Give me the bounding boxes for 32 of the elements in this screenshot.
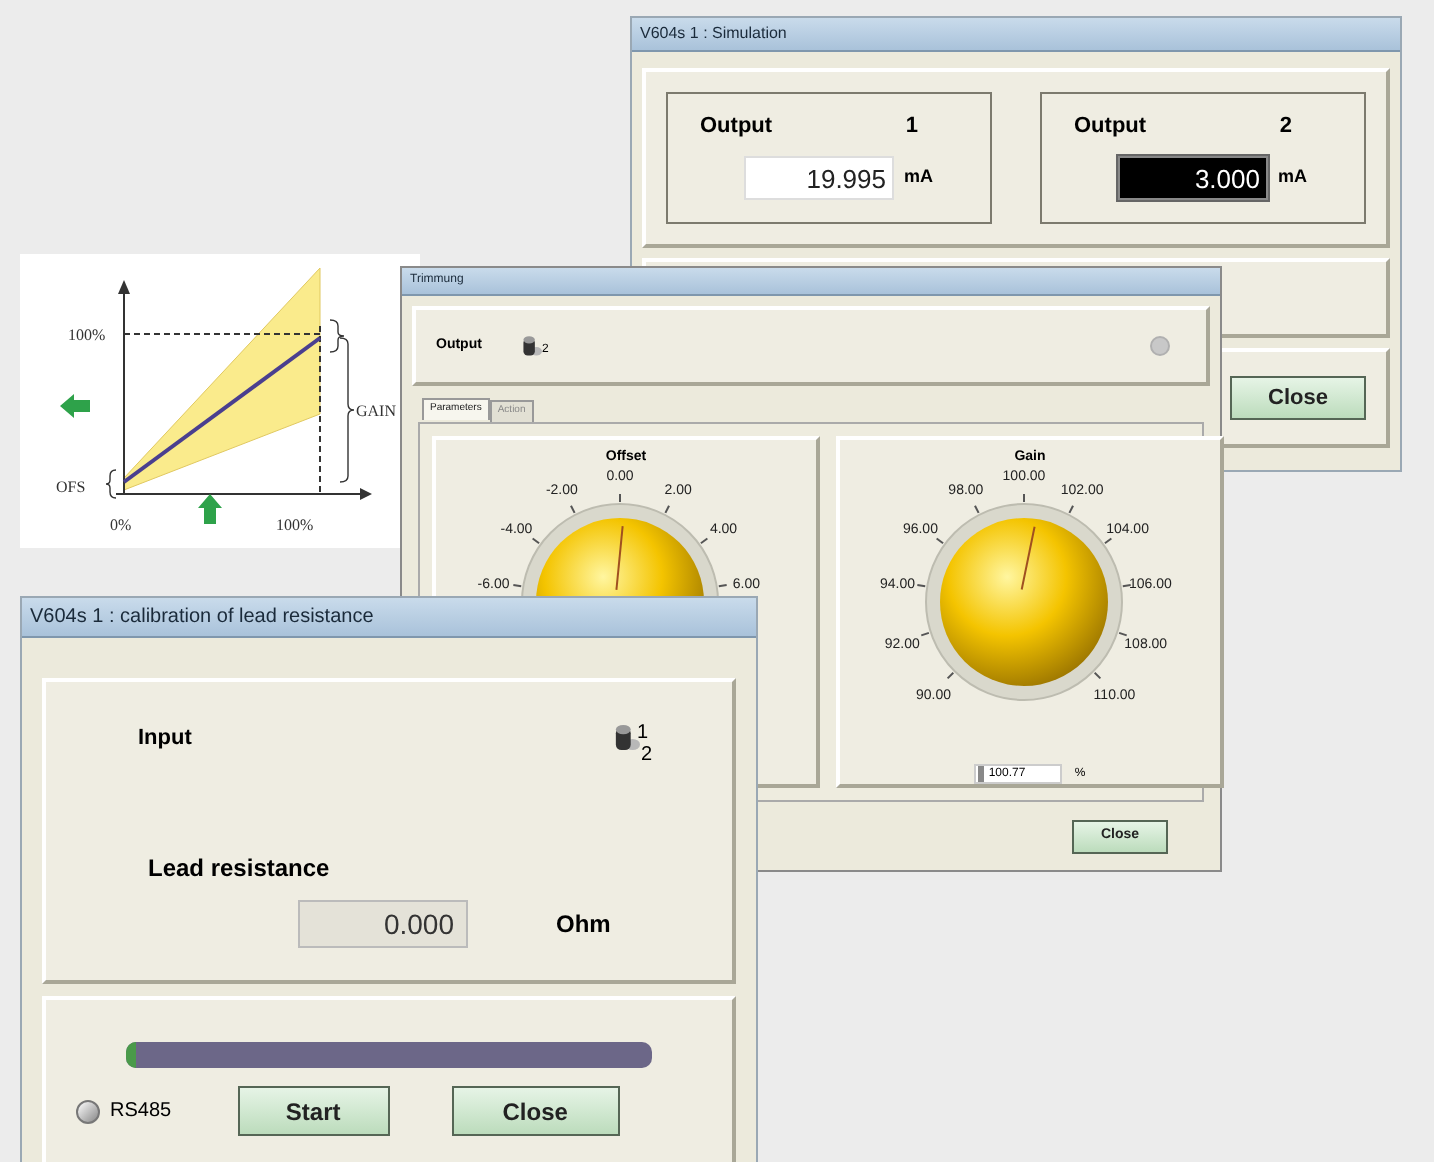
window-title: V604s 1 : calibration of lead resistance xyxy=(30,603,374,632)
unit-label: mA xyxy=(904,163,934,190)
close-button[interactable]: Close xyxy=(1230,376,1366,420)
toggle-switch-icon[interactable] xyxy=(521,333,542,359)
value-field[interactable]: 19.995 xyxy=(744,155,894,199)
left-arrow-icon xyxy=(60,394,90,418)
brace-icon xyxy=(105,469,117,499)
status-led-icon xyxy=(76,1099,100,1124)
value-field: 0.000 xyxy=(298,899,468,948)
lead-label: Lead resistance xyxy=(146,851,330,886)
status-led-icon xyxy=(1150,336,1170,356)
axis-label: 100% xyxy=(276,516,314,534)
unit-label: mA xyxy=(1278,163,1308,190)
start-button[interactable]: Start xyxy=(237,1086,390,1137)
axis-label: 100% xyxy=(68,326,106,344)
unit-label: Ohm xyxy=(556,907,611,942)
axis-label: OFS xyxy=(56,478,86,496)
window-title: V604s 1 : Simulation xyxy=(640,22,787,46)
output-label: Output xyxy=(1074,112,1147,142)
close-button[interactable]: Close xyxy=(451,1086,620,1137)
switch-label: 2 xyxy=(640,743,652,766)
up-arrow-icon xyxy=(198,494,222,524)
axis-label: GAIN xyxy=(356,402,396,420)
output-number: 1 xyxy=(905,112,918,142)
value-field[interactable]: 3.000 xyxy=(1118,155,1268,199)
output-label: Output xyxy=(700,112,773,142)
status-label: RS485 xyxy=(110,1098,172,1127)
output-number: 2 xyxy=(1279,112,1292,142)
switch-label: 1 xyxy=(636,721,650,744)
toggle-switch-icon[interactable] xyxy=(614,721,641,756)
input-label: Input xyxy=(138,723,192,754)
axis-label: 0% xyxy=(110,516,132,534)
